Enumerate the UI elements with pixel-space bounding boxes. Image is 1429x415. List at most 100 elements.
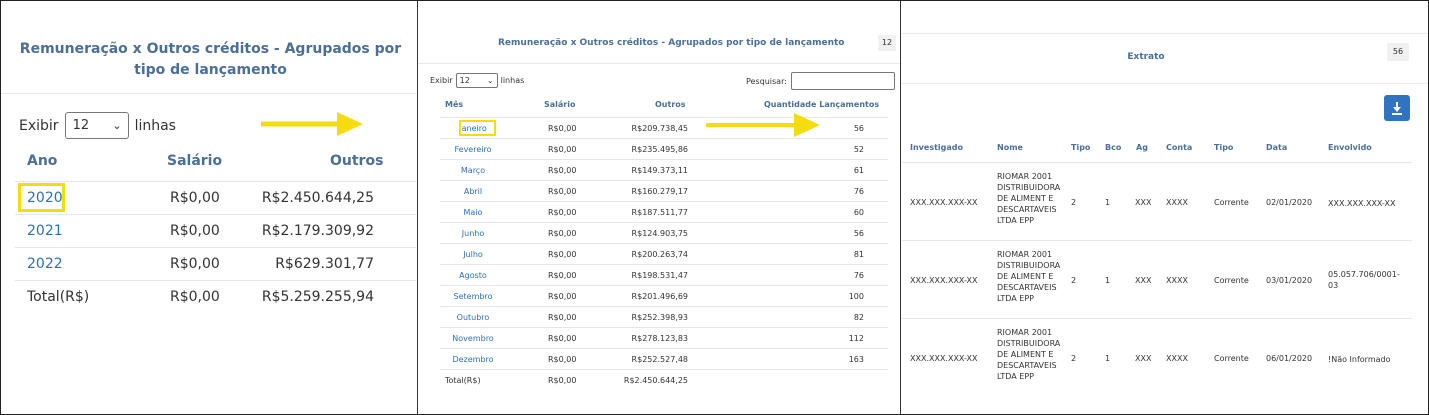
year-link[interactable]: 2022 — [27, 256, 63, 272]
month-link[interactable]: Junho — [440, 229, 506, 238]
page-length-control: Exibir 12 ⌄ linhas — [19, 112, 176, 139]
table-row: Julho R$0,00 R$200.263,74 81 — [440, 243, 888, 264]
panel-title: Extrato — [1127, 52, 1165, 62]
month-link[interactable]: Maio — [440, 208, 506, 217]
quantidade-cell: 60 — [853, 208, 864, 217]
year-link[interactable]: 2021 — [27, 223, 63, 239]
total-outros: R$2.450.644,25 — [623, 376, 688, 385]
panel-title: Remuneração x Outros créditos - Agrupado… — [498, 38, 845, 48]
month-link[interactable]: Outubro — [440, 313, 506, 322]
salario-cell: R$0,00 — [170, 190, 220, 206]
chevron-down-icon: ⌄ — [112, 119, 122, 132]
show-label: Exibir — [430, 76, 453, 85]
investigado-cell: XXX.XXX.XXX-XX — [910, 198, 978, 207]
salario-cell: R$0,00 — [548, 208, 577, 217]
column-header-tipo-conta[interactable]: Tipo — [1214, 143, 1233, 152]
salario-cell: R$0,00 — [170, 223, 220, 239]
chevron-down-icon: ⌄ — [486, 76, 494, 85]
data-cell: 06/01/2020 — [1266, 354, 1313, 363]
column-header-salario[interactable]: Salário — [544, 100, 575, 109]
outros-cell: R$149.373,11 — [631, 166, 688, 175]
salario-cell: R$0,00 — [548, 271, 577, 280]
nome-cell: RIOMAR 2001 DISTRIBUIDORA DE ALIMENT E D… — [997, 328, 1061, 381]
month-link[interactable]: Fevereiro — [440, 145, 506, 154]
search-control: Pesquisar: — [746, 72, 895, 90]
quantidade-cell: 100 — [848, 292, 864, 301]
column-header-nome[interactable]: Nome — [997, 143, 1023, 152]
divider — [902, 33, 1428, 34]
quantidade-cell: 76 — [853, 187, 864, 196]
outros-cell: R$278.123,83 — [631, 334, 688, 343]
total-row: Total(R$) R$0,00 R$2.450.644,25 — [440, 369, 888, 390]
page-length-select[interactable]: 12 ⌄ — [455, 73, 498, 88]
outros-cell: R$124.903,75 — [631, 229, 688, 238]
panel-title: Remuneração x Outros créditos - Agrupado… — [19, 41, 402, 78]
salario-cell: R$0,00 — [548, 334, 577, 343]
highlight-box — [459, 120, 496, 136]
bco-cell: 1 — [1105, 354, 1111, 363]
column-header-tipo[interactable]: Tipo — [1071, 143, 1090, 152]
month-link[interactable]: Julho — [440, 250, 506, 259]
quantidade-cell: 61 — [853, 166, 864, 175]
table-row: Dezembro R$0,00 R$252.527,48 163 — [440, 348, 888, 369]
search-label: Pesquisar: — [746, 76, 787, 86]
arrow-annotation — [706, 113, 820, 137]
salario-cell: R$0,00 — [548, 355, 577, 364]
month-link[interactable]: Março — [440, 166, 506, 175]
column-header-bco[interactable]: Bco — [1105, 143, 1121, 152]
table-row: XXX.XXX.XXX-XX RIOMAR 2001 DISTRIBUIDORA … — [902, 240, 1412, 318]
download-button[interactable] — [1384, 95, 1410, 121]
salario-cell: R$0,00 — [548, 292, 577, 301]
tipo-cell: 2 — [1071, 276, 1077, 285]
month-link[interactable]: Dezembro — [440, 355, 506, 364]
table-row: Agosto R$0,00 R$198.531,47 76 — [440, 264, 888, 285]
salario-cell: R$0,00 — [548, 124, 577, 133]
column-header-salario[interactable]: Salário — [167, 153, 222, 169]
column-header-quantidade[interactable]: Quantidade Lançamentos — [764, 100, 879, 109]
nome-cell: RIOMAR 2001 DISTRIBUIDORA DE ALIMENT E D… — [997, 172, 1061, 225]
column-header-outros[interactable]: Outros — [655, 100, 686, 109]
column-header-envolvido[interactable]: Envolvido — [1328, 143, 1372, 152]
page-length-value: 12 — [459, 76, 470, 85]
column-header-conta[interactable]: Conta — [1166, 143, 1192, 152]
search-input[interactable] — [790, 72, 895, 90]
month-link[interactable]: Abril — [440, 187, 506, 196]
table-row: Fevereiro R$0,00 R$235.495,86 52 — [440, 138, 888, 159]
divider — [418, 63, 900, 64]
salario-cell: R$0,00 — [548, 229, 577, 238]
outros-cell: R$201.496,69 — [631, 292, 688, 301]
outros-cell: R$209.738,45 — [631, 124, 688, 133]
month-link[interactable]: Novembro — [440, 334, 506, 343]
salario-cell: R$0,00 — [548, 145, 577, 154]
column-header-investigado[interactable]: Investigado — [910, 143, 963, 152]
column-header-data[interactable]: Data — [1266, 143, 1287, 152]
ag-cell: XXX — [1135, 276, 1152, 285]
total-label: Total(R$) — [445, 376, 481, 385]
tipo-cell: 2 — [1071, 198, 1077, 207]
panel-monthly-summary: Remuneração x Outros créditos - Agrupado… — [417, 1, 901, 414]
column-header-ano[interactable]: Ano — [27, 153, 57, 169]
total-salario: R$0,00 — [170, 289, 220, 305]
column-header-ag[interactable]: Ag — [1136, 143, 1148, 152]
page-length-value: 12 — [72, 118, 90, 133]
envolvido-cell: !Não Informado — [1328, 355, 1391, 364]
salario-cell: R$0,00 — [548, 166, 577, 175]
total-label: Total(R$) — [27, 289, 90, 305]
outros-cell: R$235.495,86 — [631, 145, 688, 154]
count-badge: 56 — [1387, 43, 1409, 61]
outros-cell: R$252.398,93 — [631, 313, 688, 322]
column-header-outros[interactable]: Outros — [330, 153, 383, 169]
quantidade-cell: 82 — [853, 313, 864, 322]
outros-cell: R$252.527,48 — [631, 355, 688, 364]
lines-label: linhas — [134, 117, 176, 134]
tipo-conta-cell: Corrente — [1214, 276, 1249, 285]
month-link[interactable]: Setembro — [440, 292, 506, 301]
quantidade-cell: 56 — [853, 229, 864, 238]
table-row: Março R$0,00 R$149.373,11 61 — [440, 159, 888, 180]
outros-cell: R$629.301,77 — [275, 256, 374, 272]
page-length-select[interactable]: 12 ⌄ — [64, 112, 129, 139]
month-link[interactable]: Agosto — [440, 271, 506, 280]
table-row: Junho R$0,00 R$124.903,75 56 — [440, 222, 888, 243]
salario-cell: R$0,00 — [170, 256, 220, 272]
column-header-mes[interactable]: Mês — [445, 100, 463, 109]
